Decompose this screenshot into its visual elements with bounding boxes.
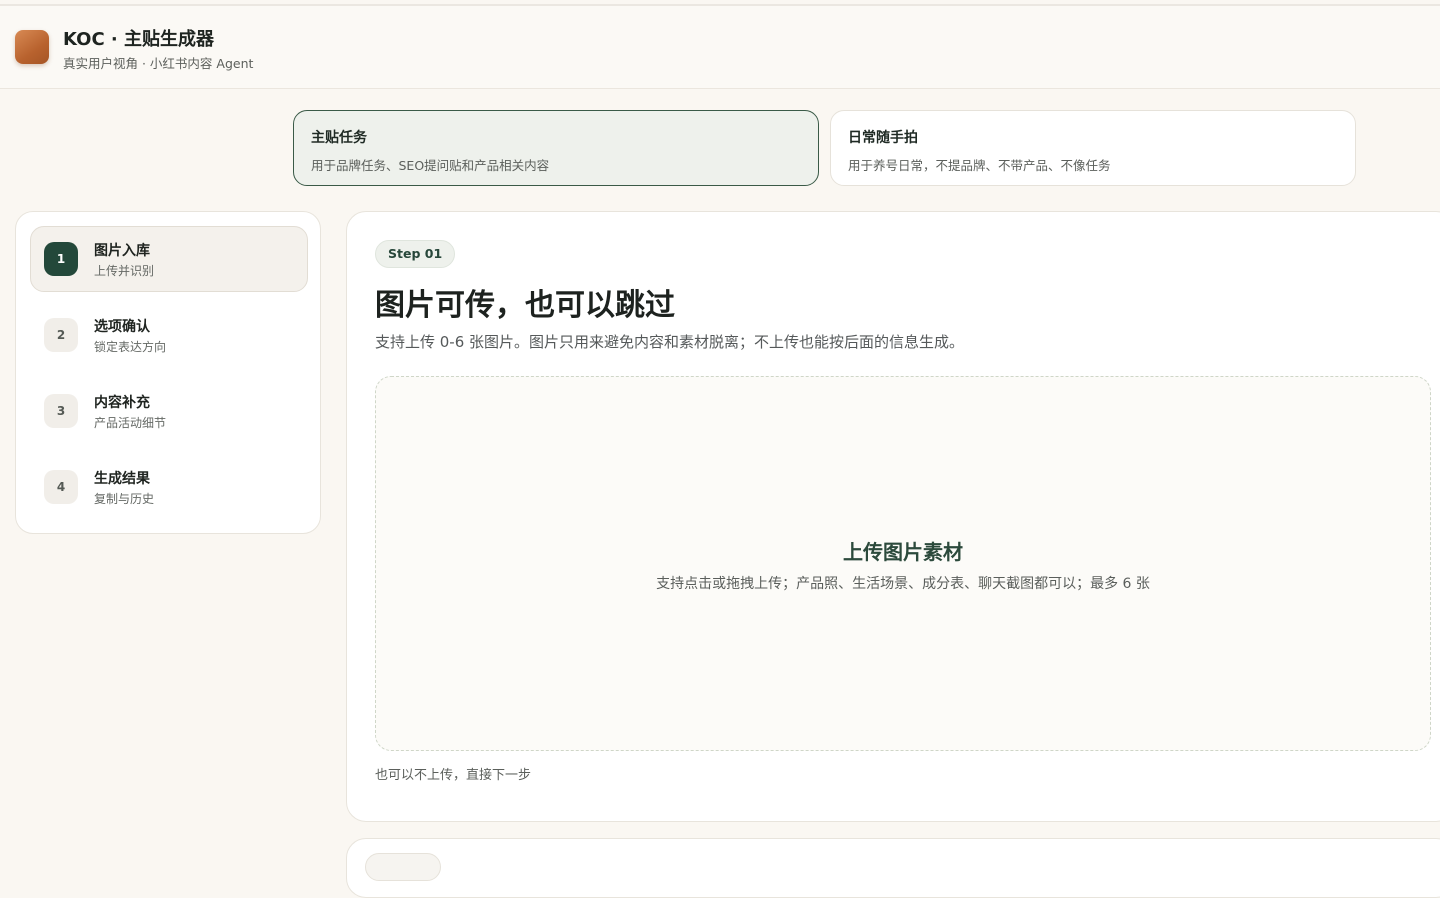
steps-sidebar: 1 图片入库 上传并识别 2 选项确认 锁定表达方向 3 内容补充 产品活动细节…: [15, 211, 321, 534]
page-description: 支持上传 0-6 张图片。图片只用来避免内容和素材脱离；不上传也能按后面的信息生…: [375, 333, 965, 351]
mode-title: 日常随手拍: [848, 130, 918, 146]
mode-description: 用于品牌任务、SEO提问贴和产品相关内容: [311, 158, 550, 173]
mode-description: 用于养号日常，不提品牌、不带产品、不像任务: [848, 158, 1111, 173]
upload-description: 支持点击或拖拽上传；产品照、生活场景、成分表、聊天截图都可以；最多 6 张: [656, 576, 1150, 592]
step-number: 1: [44, 242, 78, 276]
step-description: 锁定表达方向: [94, 340, 167, 354]
step-name: 内容补充: [94, 395, 150, 411]
skip-upload-hint: 也可以不上传，直接下一步: [375, 768, 532, 783]
step-description: 上传并识别: [94, 264, 155, 278]
next-step-badge: [365, 853, 441, 881]
step-number: 2: [44, 318, 78, 352]
app-subtitle: 真实用户视角 · 小红书内容 Agent: [63, 56, 254, 71]
step-number: 4: [44, 470, 78, 504]
step-content-card: Step 01 图片可传，也可以跳过 支持上传 0-6 张图片。图片只用来避免内…: [346, 211, 1440, 822]
mode-title: 主贴任务: [311, 130, 367, 146]
step-item-1[interactable]: 1 图片入库 上传并识别: [30, 226, 308, 292]
step-description: 产品活动细节: [94, 416, 167, 430]
step-description: 复制与历史: [94, 492, 155, 506]
step-name: 选项确认: [94, 319, 150, 335]
step-item-3[interactable]: 3 内容补充 产品活动细节: [30, 378, 308, 444]
mode-card-main-post[interactable]: 主贴任务 用于品牌任务、SEO提问贴和产品相关内容: [293, 110, 819, 186]
step-item-4[interactable]: 4 生成结果 复制与历史: [30, 454, 308, 520]
image-upload-dropzone[interactable]: 上传图片素材 支持点击或拖拽上传；产品照、生活场景、成分表、聊天截图都可以；最多…: [375, 376, 1431, 751]
app-title: KOC · 主贴生成器: [63, 29, 215, 50]
step-badge: Step 01: [375, 240, 456, 268]
app-logo-icon: [15, 30, 49, 64]
mode-card-daily-snapshot[interactable]: 日常随手拍 用于养号日常，不提品牌、不带产品、不像任务: [830, 110, 1356, 186]
upload-title: 上传图片素材: [843, 540, 963, 564]
step-number: 3: [44, 394, 78, 428]
page-title: 图片可传，也可以跳过: [375, 288, 675, 323]
next-step-card: [346, 838, 1440, 898]
app-header: KOC · 主贴生成器 真实用户视角 · 小红书内容 Agent: [0, 6, 1440, 89]
step-item-2[interactable]: 2 选项确认 锁定表达方向: [30, 302, 308, 368]
step-name: 生成结果: [94, 471, 150, 487]
step-name: 图片入库: [94, 243, 150, 259]
